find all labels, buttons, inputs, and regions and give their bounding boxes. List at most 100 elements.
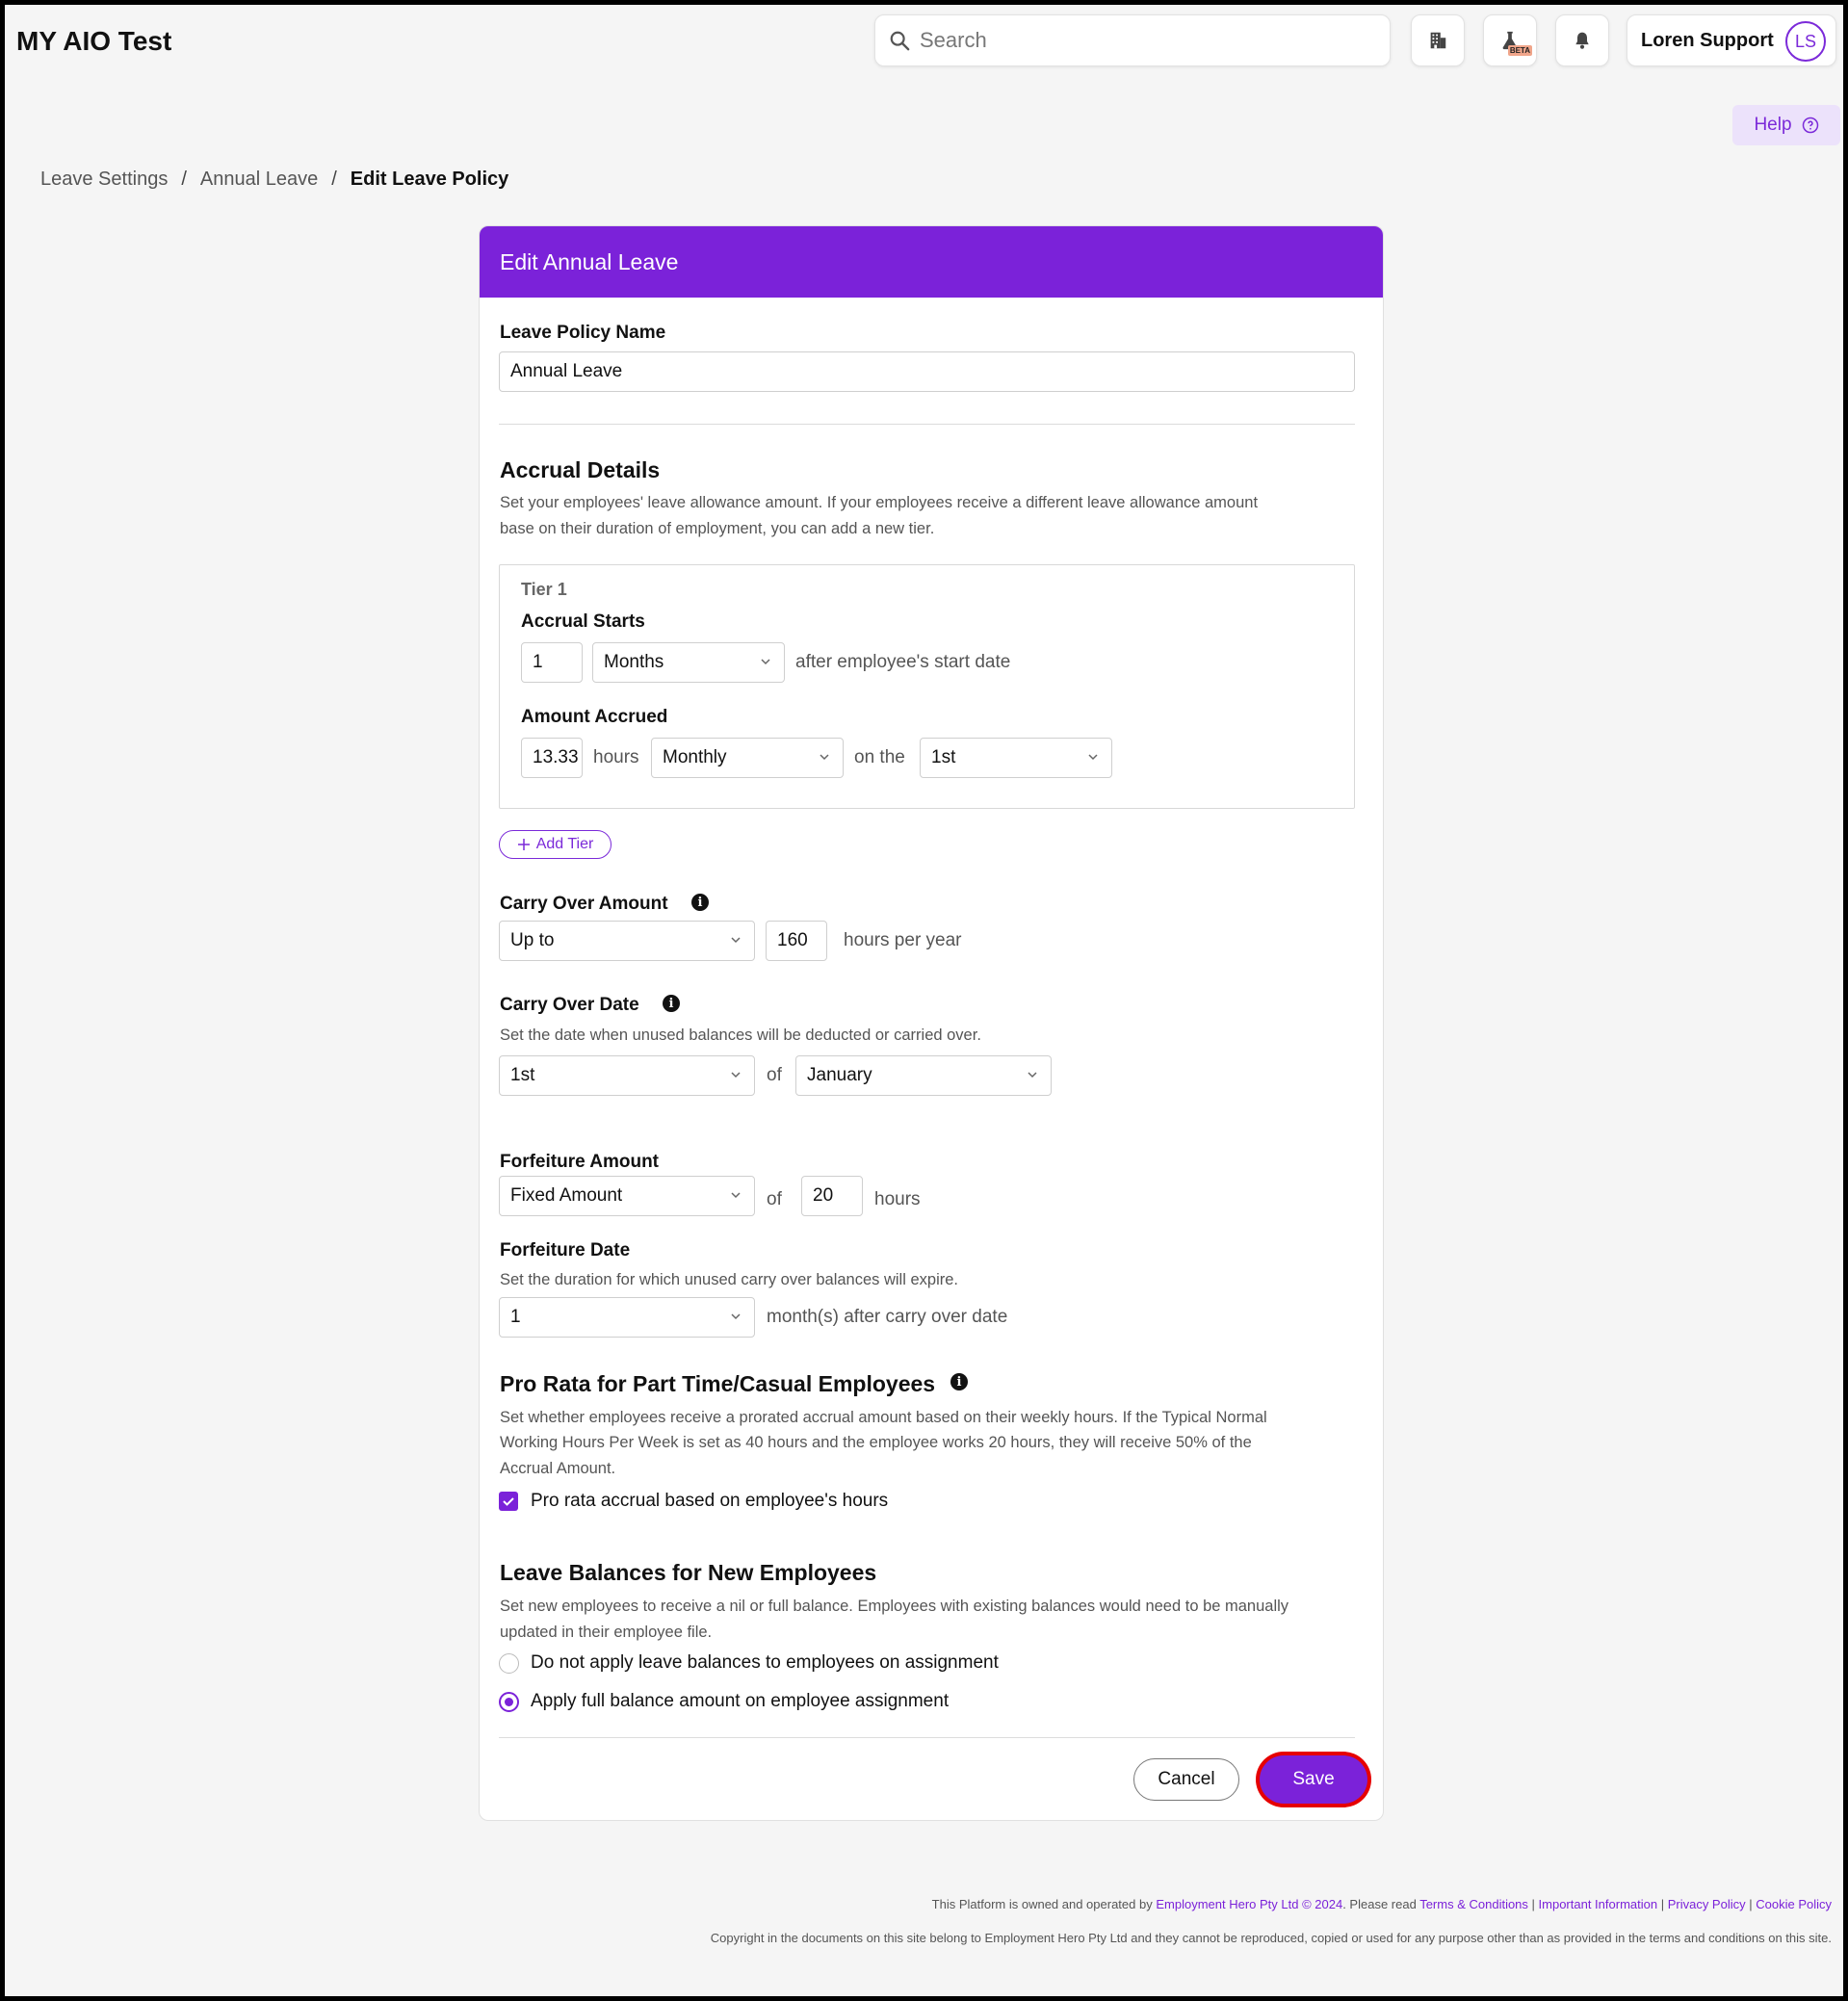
forfeiture-date-desc: Set the duration for which unused carry … xyxy=(500,1271,958,1288)
forfeiture-months-select[interactable]: 1 xyxy=(499,1297,755,1338)
plus-icon xyxy=(517,839,530,850)
of-label: of xyxy=(767,1189,782,1209)
new-employees-desc-line-1: Set new employees to receive a nil or fu… xyxy=(500,1598,1289,1615)
select-value: January xyxy=(807,1065,872,1085)
notifications-button[interactable] xyxy=(1555,14,1609,66)
footer-privacy-link[interactable]: Privacy Policy xyxy=(1668,1897,1746,1911)
search-box[interactable] xyxy=(874,14,1391,66)
info-icon[interactable]: i xyxy=(691,894,709,911)
accrual-frequency-select[interactable]: Monthly xyxy=(651,738,844,778)
divider xyxy=(499,1737,1355,1738)
pro-rata-checkbox[interactable] xyxy=(499,1492,518,1511)
add-tier-label: Add Tier xyxy=(535,836,594,852)
forfeiture-amount-input[interactable]: 20 xyxy=(801,1176,863,1216)
bell-icon xyxy=(1575,32,1589,49)
search-input[interactable] xyxy=(920,28,1363,53)
breadcrumb-current: Edit Leave Policy xyxy=(350,169,509,190)
accrual-starts-suffix: after employee's start date xyxy=(795,652,1011,672)
chevron-down-icon xyxy=(731,1313,741,1320)
breadcrumb-leave-settings[interactable]: Leave Settings xyxy=(40,169,168,191)
accrual-day-select[interactable]: 1st xyxy=(920,738,1112,778)
chevron-down-icon xyxy=(731,1192,741,1199)
forfeiture-date-label: Forfeiture Date xyxy=(500,1240,631,1260)
breadcrumb-annual-leave[interactable]: Annual Leave xyxy=(200,169,318,191)
forfeiture-date-suffix: month(s) after carry over date xyxy=(767,1307,1008,1327)
radio-full-balance[interactable] xyxy=(499,1692,519,1712)
new-employees-desc-line-2: updated in their employee file. xyxy=(500,1624,713,1641)
pro-rata-checkbox-label[interactable]: Pro rata accrual based on employee's hou… xyxy=(531,1491,888,1512)
card-header: Edit Annual Leave xyxy=(480,226,1383,298)
breadcrumb: Leave Settings / Annual Leave / Edit Lea… xyxy=(40,169,508,191)
on-the-label: on the xyxy=(854,747,905,767)
footer-please-read: . Please read xyxy=(1342,1897,1417,1911)
chevron-down-icon xyxy=(820,754,829,761)
carry-over-date-label: Carry Over Date xyxy=(500,995,639,1015)
select-value: Fixed Amount xyxy=(510,1185,623,1206)
cancel-button[interactable]: Cancel xyxy=(1133,1758,1239,1801)
select-value: 1st xyxy=(931,747,956,767)
carry-over-day-select[interactable]: 1st xyxy=(499,1055,755,1096)
amount-accrued-unit: hours xyxy=(593,747,639,767)
radio-no-balance[interactable] xyxy=(499,1653,519,1674)
footer-terms-link[interactable]: Terms & Conditions xyxy=(1419,1897,1528,1911)
policy-name-label: Leave Policy Name xyxy=(500,323,666,343)
accrual-desc-line-2: base on their duration of employment, yo… xyxy=(500,520,935,537)
of-label: of xyxy=(767,1065,782,1085)
footer-cookie-link[interactable]: Cookie Policy xyxy=(1756,1897,1832,1911)
user-menu-button[interactable]: Loren Support LS xyxy=(1627,14,1836,66)
beta-badge: BETA xyxy=(1507,45,1532,56)
breadcrumb-separator: / xyxy=(181,169,187,190)
pro-rata-desc-line-2: Working Hours Per Week is set as 40 hour… xyxy=(500,1434,1252,1451)
organisation-button[interactable] xyxy=(1411,14,1465,66)
select-value: Monthly xyxy=(663,747,727,767)
chevron-down-icon xyxy=(731,937,741,944)
info-icon[interactable]: i xyxy=(663,995,680,1012)
footer-copyright: Copyright in the documents on this site … xyxy=(710,1931,1832,1945)
chevron-down-icon xyxy=(1028,1072,1037,1078)
app-title: MY AIO Test xyxy=(16,26,172,56)
carry-over-mode-select[interactable]: Up to xyxy=(499,921,755,961)
add-tier-button[interactable]: Add Tier xyxy=(499,830,612,859)
breadcrumb-separator: / xyxy=(331,169,337,190)
radio-full-balance-label[interactable]: Apply full balance amount on employee as… xyxy=(531,1691,949,1712)
forfeiture-amount-label: Forfeiture Amount xyxy=(500,1152,660,1172)
save-button[interactable]: Save xyxy=(1260,1755,1367,1804)
chevron-down-icon xyxy=(731,1072,741,1078)
select-value: 1 xyxy=(510,1307,521,1327)
select-value: Up to xyxy=(510,930,555,950)
pro-rata-desc-line-1: Set whether employees receive a prorated… xyxy=(500,1409,1267,1426)
building-icon xyxy=(1430,32,1446,49)
beta-features-button[interactable]: BETA xyxy=(1483,14,1537,66)
radio-no-balance-label[interactable]: Do not apply leave balances to employees… xyxy=(531,1652,999,1674)
select-value: 1st xyxy=(510,1065,535,1085)
pro-rata-desc-line-3: Accrual Amount. xyxy=(500,1460,616,1477)
info-icon[interactable]: i xyxy=(950,1373,968,1390)
policy-name-input[interactable]: Annual Leave xyxy=(499,351,1355,392)
carry-over-month-select[interactable]: January xyxy=(795,1055,1052,1096)
accrual-starts-unit-select[interactable]: Months xyxy=(592,642,785,683)
help-button[interactable]: Help xyxy=(1732,105,1840,145)
tier-name: Tier 1 xyxy=(521,580,567,599)
amount-accrued-label: Amount Accrued xyxy=(521,707,668,727)
forfeiture-mode-select[interactable]: Fixed Amount xyxy=(499,1176,755,1216)
amount-accrued-input[interactable]: 13.33 xyxy=(521,738,583,778)
accrual-details-title: Accrual Details xyxy=(500,457,661,482)
user-name: Loren Support xyxy=(1641,29,1774,51)
accrual-starts-input[interactable]: 1 xyxy=(521,642,583,683)
question-circle-icon xyxy=(1802,117,1818,134)
tier-box: Tier 1 Accrual Starts 1 Months after emp… xyxy=(499,564,1355,809)
chevron-down-icon xyxy=(761,659,770,665)
search-icon xyxy=(890,31,910,51)
accrual-desc-line-1: Set your employees' leave allowance amou… xyxy=(500,494,1259,511)
footer-company-link[interactable]: Employment Hero Pty Ltd © 2024 xyxy=(1156,1897,1342,1911)
footer-prefix: This Platform is owned and operated by xyxy=(931,1897,1153,1911)
footer-important-info-link[interactable]: Important Information xyxy=(1539,1897,1658,1911)
chevron-down-icon xyxy=(1088,754,1098,761)
top-bar: MY AIO Test BETA Loren Support LS xyxy=(5,5,1843,82)
avatar: LS xyxy=(1785,21,1826,62)
edit-leave-policy-card: Edit Annual Leave Leave Policy Name Annu… xyxy=(479,225,1384,1821)
pro-rata-title: Pro Rata for Part Time/Casual Employees xyxy=(500,1371,936,1396)
carry-over-amount-input[interactable]: 160 xyxy=(766,921,827,961)
accrual-starts-label: Accrual Starts xyxy=(521,611,645,632)
help-label: Help xyxy=(1754,115,1792,135)
